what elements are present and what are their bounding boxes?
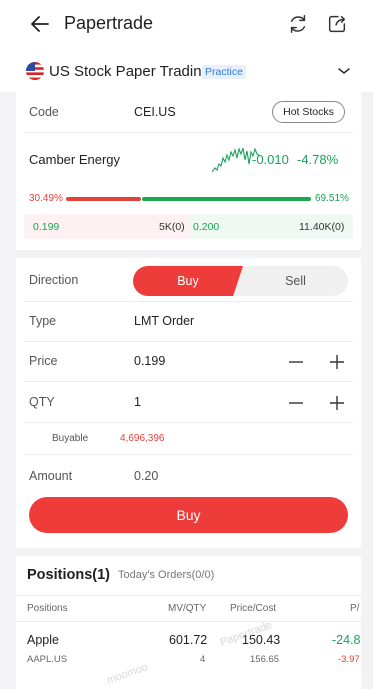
column-header-pl: P/: [350, 603, 360, 614]
chevron-down-icon[interactable]: [337, 66, 351, 76]
price-change: -0.010: [252, 152, 289, 167]
ask-price: 0.200: [193, 221, 220, 233]
divider: [16, 595, 361, 596]
price-label: Price: [29, 354, 58, 368]
qty-input[interactable]: 1: [134, 395, 141, 409]
account-selector[interactable]: US Stock Paper Trading Practice: [0, 50, 373, 92]
amount-label: Amount: [29, 469, 73, 483]
divider: [24, 422, 353, 423]
qty-decrease-icon[interactable]: [288, 395, 304, 411]
direction-label: Direction: [29, 273, 79, 287]
divider: [24, 301, 353, 302]
amount-value: 0.20: [134, 469, 159, 483]
sell-tab[interactable]: Sell: [243, 266, 348, 296]
price-change-percent: -4.78%: [297, 152, 339, 167]
position-market-value: 601.72: [169, 633, 208, 647]
order-type-select[interactable]: LMT Order: [134, 314, 194, 328]
hot-stocks-button[interactable]: Hot Stocks: [272, 101, 345, 123]
bid-ratio-label: 30.49%: [29, 193, 63, 204]
bid-ratio-bar: [66, 197, 141, 201]
bid-price: 0.199: [33, 221, 60, 233]
quote-card: Code CEI.US Hot Stocks Camber Energy -0.…: [16, 92, 361, 250]
page-title: Papertrade: [64, 13, 154, 33]
position-pl: -24.8: [332, 633, 361, 647]
divider: [24, 341, 353, 342]
position-name: Apple: [27, 633, 59, 647]
divider: [24, 381, 353, 382]
ask-size: 11.40K(0): [299, 221, 345, 233]
type-label: Type: [29, 314, 57, 328]
ask-ratio-label: 69.51%: [315, 193, 349, 204]
header-bar: Papertrade: [0, 0, 373, 50]
buyable-label: Buyable: [52, 433, 89, 444]
ask-ratio-bar: [142, 197, 311, 201]
direction-toggle[interactable]: Buy Sell: [133, 266, 348, 296]
refresh-icon[interactable]: [287, 13, 309, 35]
us-flag-icon: [26, 62, 44, 80]
todays-orders-tab[interactable]: Today's Orders(0/0): [118, 569, 214, 581]
buy-tab[interactable]: Buy: [133, 266, 243, 296]
price-decrease-icon[interactable]: [288, 354, 304, 370]
positions-panel: Positions(1) Today's Orders(0/0) Positio…: [16, 556, 361, 689]
buyable-value: 4,696,396: [120, 433, 165, 444]
stock-code[interactable]: CEI.US: [134, 105, 176, 119]
bid-size: 5K(0): [159, 221, 185, 233]
position-qty: 4: [200, 654, 206, 665]
qty-increase-icon[interactable]: [329, 395, 345, 411]
back-arrow-icon[interactable]: [28, 12, 52, 36]
column-header-price-cost: Price/Cost: [230, 603, 277, 614]
code-label: Code: [29, 105, 59, 119]
order-form: Direction Buy Sell Type LMT Order Price …: [16, 258, 361, 548]
watermark: moomoo: [105, 661, 150, 687]
price-input[interactable]: 0.199: [134, 354, 165, 368]
qty-label: QTY: [29, 395, 55, 409]
divider: [16, 621, 361, 622]
position-cost: 156.65: [250, 654, 280, 665]
stock-name: Camber Energy: [29, 152, 121, 167]
column-header-positions: Positions: [27, 603, 68, 614]
positions-tab[interactable]: Positions(1): [27, 567, 110, 583]
position-symbol: AAPL.US: [27, 654, 68, 665]
price-increase-icon[interactable]: [329, 354, 345, 370]
position-pl-percent: -3.97: [338, 654, 360, 665]
practice-badge: Practice: [202, 65, 246, 79]
divider: [24, 454, 353, 455]
divider: [24, 132, 353, 133]
account-name: US Stock Paper Trading: [49, 63, 210, 80]
buy-button[interactable]: Buy: [29, 497, 348, 533]
column-header-mv-qty: MV/QTY: [168, 603, 207, 614]
share-icon[interactable]: [326, 13, 348, 35]
